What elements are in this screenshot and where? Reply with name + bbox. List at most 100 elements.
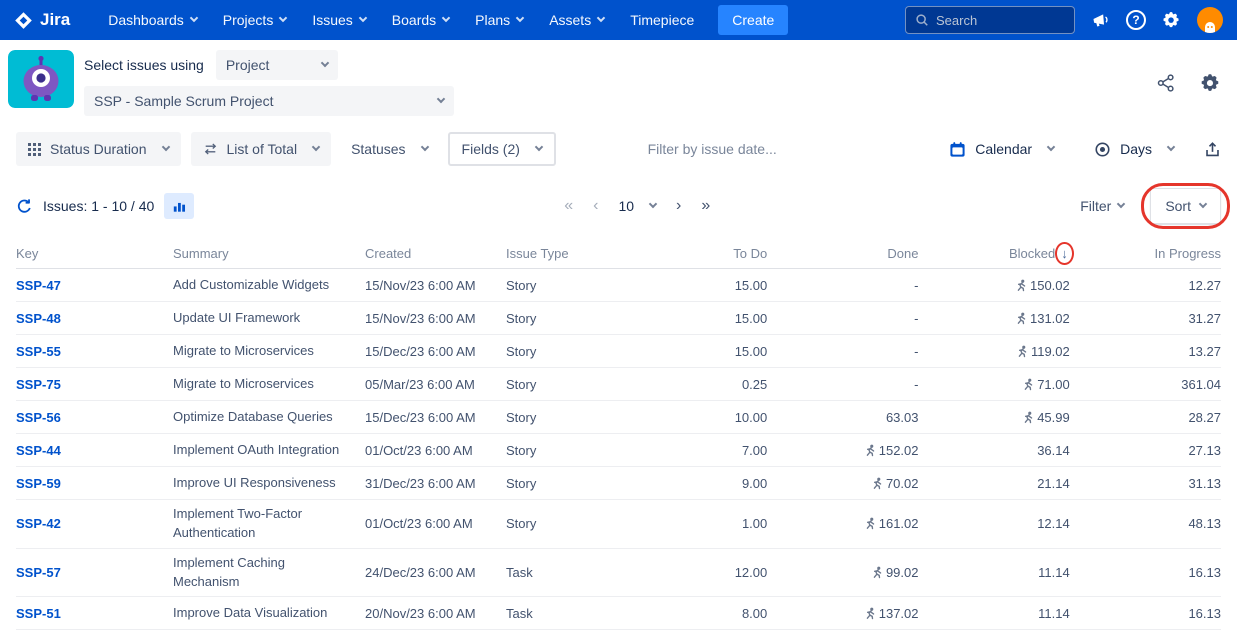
blocked-value: 21.14 xyxy=(919,471,1070,496)
column-header-done[interactable]: Done xyxy=(767,246,918,261)
transfer-icon xyxy=(203,142,218,156)
todo-value: 15.00 xyxy=(616,306,767,331)
date-filter-input[interactable] xyxy=(648,141,848,157)
first-page-button[interactable]: « xyxy=(564,197,573,215)
inprogress-value: 27.13 xyxy=(1070,438,1221,463)
help-icon: ? xyxy=(1126,10,1146,30)
issue-key-link[interactable]: SSP-47 xyxy=(16,273,173,298)
column-header-key[interactable]: Key xyxy=(16,246,173,261)
megaphone-icon xyxy=(1091,11,1110,30)
column-header-todo[interactable]: To Do xyxy=(616,246,767,261)
inprogress-value: 16.13 xyxy=(1070,560,1221,585)
column-header-created[interactable]: Created xyxy=(365,246,506,261)
done-value: 161.02 xyxy=(767,511,918,536)
blocked-value: 11.14 xyxy=(919,560,1070,585)
chart-view-button[interactable] xyxy=(164,193,194,219)
issue-type: Story xyxy=(506,438,616,463)
nav-item-assets[interactable]: Assets xyxy=(549,12,604,28)
runner-icon xyxy=(863,607,876,620)
blocked-value: 12.14 xyxy=(919,511,1070,536)
announcements-button[interactable] xyxy=(1091,11,1110,30)
issue-type: Task xyxy=(506,601,616,626)
issue-key-link[interactable]: SSP-57 xyxy=(16,560,173,585)
issue-key-link[interactable]: SSP-48 xyxy=(16,306,173,331)
chevron-down-icon xyxy=(597,14,605,22)
project-dropdown[interactable]: SSP - Sample Scrum Project xyxy=(84,86,454,116)
nav-settings-button[interactable] xyxy=(1162,11,1181,30)
issue-type: Task xyxy=(506,560,616,585)
gear-icon xyxy=(1200,73,1221,94)
blocked-value: 36.14 xyxy=(919,438,1070,463)
sort-dropdown[interactable]: Sort xyxy=(1150,188,1221,224)
nav-right: ? xyxy=(905,6,1223,34)
issue-type: Story xyxy=(506,372,616,397)
page-size-dropdown[interactable]: 10 xyxy=(618,198,656,214)
blocked-value: 150.02 xyxy=(919,273,1070,298)
nav-item-projects[interactable]: Projects xyxy=(223,12,287,28)
runner-icon xyxy=(863,444,876,457)
calendar-icon xyxy=(949,141,966,158)
report-footer: project = SSP Report Date: 10/May/24 1:0… xyxy=(0,630,1237,641)
runner-icon xyxy=(1021,378,1034,391)
jira-logo[interactable]: Jira xyxy=(14,10,70,30)
issue-key-link[interactable]: SSP-75 xyxy=(16,372,173,397)
bar-chart-icon xyxy=(172,199,187,213)
sort-descending-icon[interactable]: ↓ xyxy=(1061,246,1068,261)
nav-item-boards[interactable]: Boards xyxy=(392,12,449,28)
list-type-dropdown[interactable]: List of Total xyxy=(191,132,332,166)
issue-key-link[interactable]: SSP-51 xyxy=(16,601,173,626)
help-button[interactable]: ? xyxy=(1126,10,1146,30)
list-right: Filter Sort xyxy=(1080,188,1221,224)
unit-dropdown[interactable]: Days xyxy=(1084,132,1184,166)
select-mode-dropdown[interactable]: Project xyxy=(216,50,338,80)
issue-key-link[interactable]: SSP-55 xyxy=(16,339,173,364)
nav-search xyxy=(905,6,1075,34)
export-button[interactable] xyxy=(1204,141,1221,158)
user-avatar[interactable] xyxy=(1197,7,1223,33)
last-page-button[interactable]: » xyxy=(701,197,710,215)
column-header-summary[interactable]: Summary xyxy=(173,246,365,261)
report-settings-button[interactable] xyxy=(1200,73,1221,94)
refresh-button[interactable] xyxy=(16,198,33,215)
column-header-blocked[interactable]: Blocked ↓ xyxy=(919,246,1070,261)
issue-created: 01/Oct/23 6:00 AM xyxy=(365,438,506,463)
refresh-icon xyxy=(16,198,33,215)
done-value: - xyxy=(767,372,918,397)
share-button[interactable] xyxy=(1156,73,1176,93)
column-header-issue-type[interactable]: Issue Type xyxy=(506,246,616,261)
nav-item-dashboards[interactable]: Dashboards xyxy=(108,12,197,28)
chevron-down-icon xyxy=(190,14,198,22)
gear-icon xyxy=(1162,11,1181,30)
issue-summary: Improve UI Responsiveness xyxy=(173,469,365,498)
runner-icon xyxy=(870,477,883,490)
chevron-down-icon xyxy=(1167,143,1175,151)
next-page-button[interactable]: › xyxy=(676,197,681,215)
todo-value: 1.00 xyxy=(616,511,767,536)
issue-type: Story xyxy=(506,339,616,364)
chevron-down-icon xyxy=(1199,200,1207,208)
issue-summary: Optimize Database Queries xyxy=(173,403,365,432)
issue-key-link[interactable]: SSP-59 xyxy=(16,471,173,496)
column-header-in-progress[interactable]: In Progress xyxy=(1070,246,1221,261)
issue-created: 15/Nov/23 6:00 AM xyxy=(365,306,506,331)
chevron-down-icon xyxy=(535,143,543,151)
filter-dropdown[interactable]: Filter xyxy=(1080,198,1124,214)
issue-key-link[interactable]: SSP-56 xyxy=(16,405,173,430)
issue-key-link[interactable]: SSP-42 xyxy=(16,511,173,536)
calendar-dropdown[interactable]: Calendar xyxy=(939,132,1064,166)
issue-key-link[interactable]: SSP-44 xyxy=(16,438,173,463)
blocked-value: 119.02 xyxy=(919,339,1070,364)
list-controls: Issues: 1 - 10 / 40 « ‹ 10 › » Filter So… xyxy=(0,176,1237,238)
report-type-dropdown[interactable]: Status Duration xyxy=(16,132,181,166)
grid-icon xyxy=(28,143,41,156)
prev-page-button[interactable]: ‹ xyxy=(593,197,598,215)
issue-summary: Implement OAuth Integration xyxy=(173,436,365,465)
nav-item-issues[interactable]: Issues xyxy=(312,12,365,28)
statuses-dropdown[interactable]: Statuses xyxy=(341,132,437,166)
nav-item-timepiece[interactable]: Timepiece xyxy=(630,12,694,28)
nav-item-plans[interactable]: Plans xyxy=(475,12,523,28)
fields-dropdown[interactable]: Fields (2) xyxy=(448,132,556,166)
table-row: SSP-55 Migrate to Microservices 15/Dec/2… xyxy=(16,335,1221,368)
search-input[interactable] xyxy=(936,13,1065,28)
create-button[interactable]: Create xyxy=(718,5,788,35)
